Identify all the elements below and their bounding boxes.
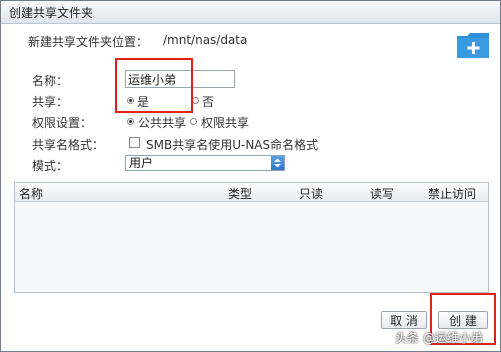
location-label: 新建共享文件夹位置： [28, 35, 149, 49]
mode-label: 模式： [32, 159, 69, 173]
location-row: 新建共享文件夹位置： /mnt/nas/data [28, 33, 247, 50]
permission-label: 权限设置： [32, 116, 93, 130]
permissions-table: 名称 类型 只读 读写 禁止访问 [14, 182, 489, 293]
share-no-radio[interactable] [192, 97, 199, 104]
permission-restricted-label: 权限共享 [201, 116, 250, 130]
unas-name-format-checkbox[interactable] [129, 137, 140, 148]
select-arrows-icon[interactable] [271, 156, 284, 170]
create-shared-folder-dialog: 创建共享文件夹 新建共享文件夹位置： /mnt/nas/data 名称： 共享：… [0, 0, 501, 352]
column-deny[interactable]: 禁止访问 [428, 185, 476, 202]
name-highlight-box [115, 58, 193, 113]
share-no-label: 否 [202, 95, 215, 109]
share-label: 共享： [32, 95, 69, 109]
cancel-button[interactable]: 取 消 [381, 311, 427, 329]
folder-plus-icon[interactable] [457, 32, 489, 58]
column-readwrite[interactable]: 读写 [370, 185, 394, 202]
mode-select[interactable]: 用户 [125, 155, 285, 171]
column-name[interactable]: 名称 [19, 185, 43, 202]
permission-public-label: 公共共享 [138, 116, 187, 130]
share-name-format-label: 共享名格式： [32, 138, 105, 152]
unas-name-format-text: SMB共享名使用U-NAS命名格式 [146, 138, 319, 152]
location-path: /mnt/nas/data [163, 33, 248, 47]
title-bar[interactable]: 创建共享文件夹 [1, 1, 500, 24]
name-label: 名称： [32, 74, 69, 88]
column-type[interactable]: 类型 [228, 185, 252, 202]
watermark: 头条 @运维小弟 [395, 331, 483, 345]
table-header: 名称 类型 只读 读写 禁止访问 [15, 183, 488, 202]
dialog-title: 创建共享文件夹 [9, 6, 94, 20]
column-readonly[interactable]: 只读 [299, 185, 323, 202]
permission-restricted-radio[interactable] [190, 118, 197, 125]
permission-public-radio[interactable] [127, 118, 134, 125]
mode-select-value: 用户 [129, 156, 154, 170]
